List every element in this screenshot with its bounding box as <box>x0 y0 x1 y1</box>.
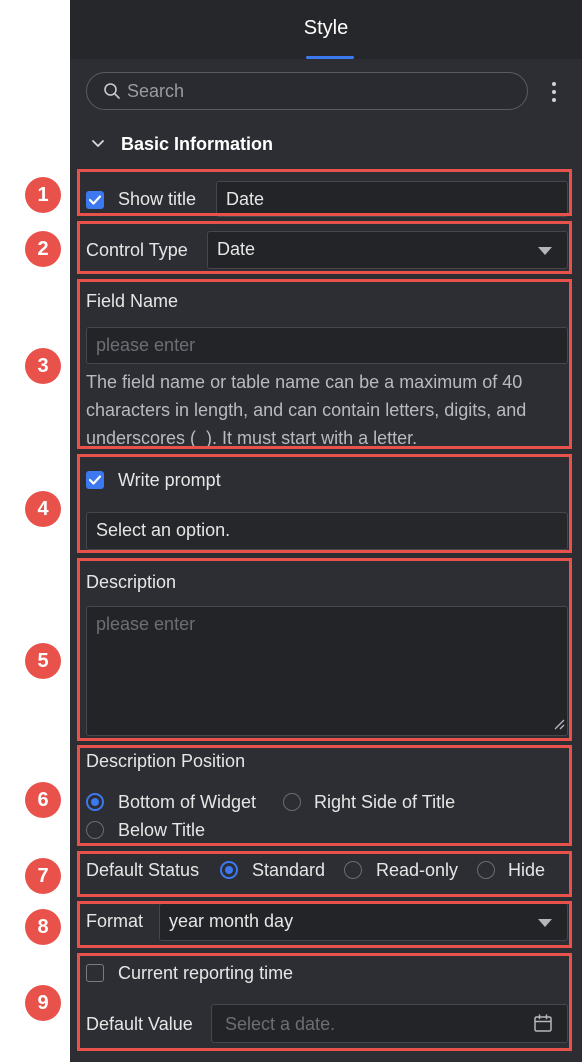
search-icon <box>104 83 120 99</box>
highlight-box-3 <box>77 279 572 449</box>
highlight-box-4 <box>77 454 572 553</box>
panel-header: Style <box>70 0 582 59</box>
section-title[interactable]: Basic Information <box>121 134 273 155</box>
style-panel: Style Search Basic Information Show titl… <box>70 0 582 1062</box>
highlight-box-6 <box>77 745 572 846</box>
search-placeholder: Search <box>127 81 185 101</box>
highlight-box-2 <box>77 221 572 274</box>
more-options-icon[interactable] <box>548 80 560 104</box>
tab-active-indicator <box>306 56 354 59</box>
highlight-box-9 <box>77 953 572 1051</box>
annotation-badge-4: 4 <box>25 491 61 527</box>
annotation-badge-2: 2 <box>25 231 61 267</box>
annotation-badge-5: 5 <box>25 643 61 679</box>
highlight-box-1 <box>77 169 572 216</box>
annotation-badge-1: 1 <box>25 177 61 213</box>
highlight-box-7 <box>77 851 572 897</box>
search-input[interactable]: Search <box>86 72 528 110</box>
highlight-box-8 <box>77 901 572 948</box>
annotation-badge-7: 7 <box>25 858 61 894</box>
annotation-badge-6: 6 <box>25 782 61 818</box>
annotation-badge-9: 9 <box>25 985 61 1021</box>
chevron-down-icon[interactable] <box>90 136 106 152</box>
annotation-badge-8: 8 <box>25 909 61 945</box>
highlight-box-5 <box>77 558 572 741</box>
annotation-badge-3: 3 <box>25 348 61 384</box>
tab-style[interactable]: Style <box>70 17 582 40</box>
